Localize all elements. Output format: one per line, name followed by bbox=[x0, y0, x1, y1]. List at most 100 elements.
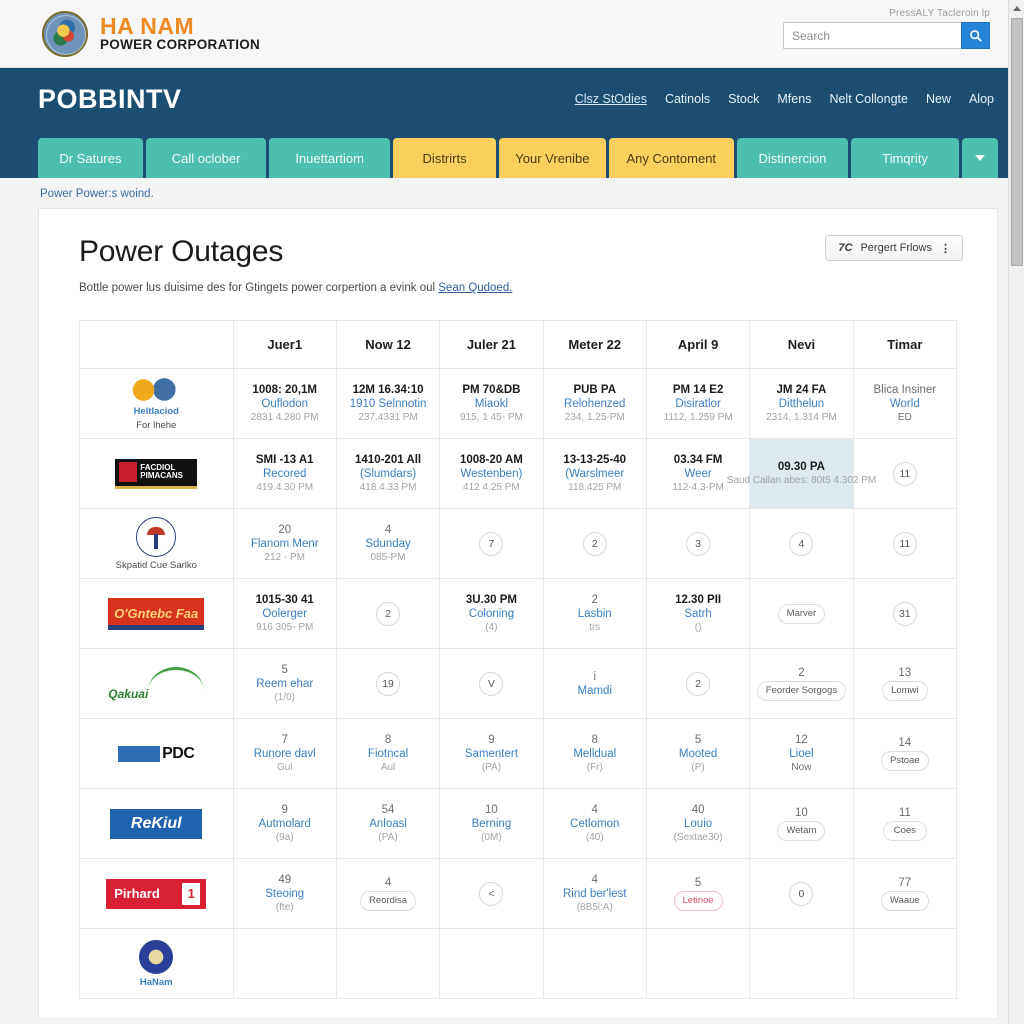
table-cell[interactable]: 10 Berning (0M) bbox=[439, 788, 544, 860]
cell-link-text[interactable]: Louio bbox=[684, 818, 712, 830]
cell-link-text[interactable]: Recored bbox=[263, 468, 306, 480]
tab-1[interactable]: Call oclober bbox=[145, 138, 267, 178]
table-cell[interactable]: 4 Reordisa bbox=[335, 858, 441, 930]
table-cell[interactable] bbox=[232, 928, 337, 1000]
table-cell[interactable]: 1008-20 AM Westenben) 412 4.25 PM bbox=[439, 438, 544, 510]
cell-link-text[interactable]: Runore davl bbox=[254, 748, 316, 760]
kebab-menu-icon[interactable]: ⋮ bbox=[940, 242, 951, 255]
cell-link-text[interactable]: Berning bbox=[472, 818, 512, 830]
table-header-2[interactable]: Now 12 bbox=[335, 320, 441, 370]
scrollbar-thumb[interactable] bbox=[1011, 18, 1023, 266]
table-header-5[interactable]: April 9 bbox=[645, 320, 751, 370]
cell-circle-badge[interactable]: 2 bbox=[376, 601, 401, 626]
cell-circle-badge[interactable]: 31 bbox=[892, 601, 917, 626]
table-header-7[interactable]: Timar bbox=[852, 320, 958, 370]
table-cell[interactable] bbox=[335, 928, 441, 1000]
cell-pill-badge[interactable]: Reordisa bbox=[360, 890, 417, 911]
table-cell[interactable]: 13 Lomwi bbox=[852, 648, 958, 720]
cell-link-text[interactable]: Weer bbox=[684, 468, 711, 480]
table-cell[interactable]: PM 70&DB Miaokl 915, 1 45- PM bbox=[439, 368, 544, 440]
tab-3[interactable]: Distrirts bbox=[392, 138, 497, 178]
table-cell[interactable]: 12.30 PII Satrh () bbox=[645, 578, 751, 650]
table-row[interactable]: PDC 7 Runore davl Gul 8 Fiotncal Aul 9 Samentert… bbox=[79, 718, 958, 790]
tab-7[interactable]: Timqrity bbox=[851, 138, 959, 178]
table-row[interactable]: Heltlaciod For lhehe 1008: 20,1M Ouflodon 28… bbox=[79, 368, 958, 440]
table-row[interactable]: Pirhard 1 49 Steoing (fte) 4 Reordisa <4 Rind be… bbox=[79, 858, 958, 930]
cell-link-text[interactable]: Sdunday bbox=[365, 538, 410, 550]
table-header-3[interactable]: Juler 21 bbox=[439, 320, 544, 370]
search-button[interactable] bbox=[961, 22, 990, 49]
table-cell[interactable]: 4 Rind ber'lest (8B5l:A) bbox=[542, 858, 647, 930]
table-row[interactable]: Skpatid Cue Sarlko 20 Flanom Menr 212 - PM 4… bbox=[79, 508, 958, 580]
nav-link-0[interactable]: Clsz StOdies bbox=[575, 92, 647, 106]
cell-pill-badge[interactable]: Letinoe bbox=[673, 890, 723, 911]
table-header-1[interactable]: Juer1 bbox=[232, 320, 337, 370]
table-cell[interactable] bbox=[645, 928, 751, 1000]
table-cell[interactable]: 2 bbox=[645, 648, 751, 720]
table-cell[interactable]: 1008: 20,1M Ouflodon 2831 4.280 PM bbox=[232, 368, 337, 440]
table-cell[interactable]: 8 Fiotncal Aul bbox=[335, 718, 441, 790]
cell-pill-badge[interactable]: Coes bbox=[882, 820, 927, 841]
table-cell[interactable]: 09.30 PA Saud Callan abes: 80t5 4.302 PM bbox=[727, 438, 876, 510]
search-input[interactable] bbox=[783, 22, 961, 49]
nav-link-6[interactable]: Alop bbox=[969, 92, 994, 106]
cell-link-text[interactable]: Miaokl bbox=[475, 398, 508, 410]
table-cell[interactable]: 10 Wetam bbox=[749, 788, 854, 860]
table-row[interactable]: Qakuai 5 Reem ehar (1/0) 19 Vi Mamdi 2 2 Feorder … bbox=[79, 648, 958, 720]
table-cell[interactable]: 77 Waaue bbox=[852, 858, 958, 930]
table-cell[interactable] bbox=[852, 928, 958, 1000]
table-cell[interactable]: 5 Reem ehar (1/0) bbox=[232, 648, 337, 720]
cell-link-text[interactable]: Lasbin bbox=[578, 608, 612, 620]
table-cell[interactable]: 4 Cetlomon (40) bbox=[542, 788, 647, 860]
table-cell[interactable] bbox=[439, 928, 544, 1000]
cell-circle-badge[interactable]: 11 bbox=[892, 461, 917, 486]
cell-link-text[interactable]: Steoing bbox=[265, 888, 304, 900]
table-cell[interactable] bbox=[749, 928, 854, 1000]
table-cell[interactable]: 12M 16.34:10 1910 Selnnotin 237.4331 PM bbox=[335, 368, 441, 440]
cell-link-text[interactable]: Reem ehar bbox=[256, 678, 313, 690]
table-cell[interactable]: 11 Coes bbox=[852, 788, 958, 860]
table-cell[interactable]: Marver bbox=[749, 578, 854, 650]
table-cell[interactable]: 03.34 FM Weer 112-4.3-PM bbox=[645, 438, 751, 510]
cell-link-text[interactable]: 1910 Selnnotin bbox=[350, 398, 427, 410]
cell-link-text[interactable]: Westenben) bbox=[461, 468, 523, 480]
cell-link-text[interactable]: World bbox=[890, 398, 920, 410]
table-cell[interactable]: 9 Samentert (PA) bbox=[439, 718, 544, 790]
nav-link-2[interactable]: Stock bbox=[728, 92, 759, 106]
cell-circle-badge[interactable]: 7 bbox=[479, 531, 504, 556]
nav-link-5[interactable]: New bbox=[926, 92, 951, 106]
cell-link-text[interactable]: (Warslmeer bbox=[565, 468, 624, 480]
table-cell[interactable]: V bbox=[439, 648, 544, 720]
table-cell[interactable]: 2 bbox=[542, 508, 647, 580]
table-row[interactable]: FACDIOL PIMACANS SMI -13 A1 Recored 419.4.30… bbox=[79, 438, 958, 510]
table-cell[interactable]: 5 Letinoe bbox=[645, 858, 751, 930]
brand-logo[interactable]: HA NAM POWER CORPORATION bbox=[42, 10, 260, 57]
cell-circle-badge[interactable]: 19 bbox=[376, 671, 401, 696]
table-cell[interactable] bbox=[542, 928, 647, 1000]
cell-pill-badge[interactable]: Lomwi bbox=[882, 680, 928, 701]
table-header-6[interactable]: Nevi bbox=[749, 320, 854, 370]
cell-link-text[interactable]: Fiotncal bbox=[368, 748, 408, 760]
cell-circle-badge[interactable]: 2 bbox=[686, 671, 711, 696]
table-cell[interactable]: 11 bbox=[852, 508, 958, 580]
cell-circle-badge[interactable]: 2 bbox=[582, 531, 607, 556]
nav-link-4[interactable]: Nelt Collongte bbox=[829, 92, 908, 106]
cell-circle-badge[interactable]: 0 bbox=[789, 881, 814, 906]
cell-pill-badge[interactable]: Marver bbox=[777, 603, 826, 624]
table-cell[interactable]: 0 bbox=[749, 858, 854, 930]
cell-link-text[interactable]: Cetlomon bbox=[570, 818, 619, 830]
cell-circle-badge[interactable]: < bbox=[479, 881, 504, 906]
table-cell[interactable]: i Mamdi bbox=[542, 648, 647, 720]
table-cell[interactable]: 3 bbox=[645, 508, 751, 580]
cell-link-text[interactable]: (Slumdars) bbox=[360, 468, 416, 480]
table-cell[interactable]: JM 24 FA Ditthelun 2314, 1.314 PM bbox=[749, 368, 854, 440]
tab-2[interactable]: Inuettartiom bbox=[269, 138, 390, 178]
nav-link-1[interactable]: Catinols bbox=[665, 92, 710, 106]
cell-link-text[interactable]: Oolerger bbox=[262, 608, 307, 620]
cell-link-text[interactable]: Mooted bbox=[679, 748, 717, 760]
table-header-4[interactable]: Meter 22 bbox=[542, 320, 647, 370]
report-filter-button[interactable]: 7C Pergert Frlows ⋮ bbox=[825, 235, 963, 261]
table-row[interactable]: ReKiul 9 Autmolard (9a) 54 Anloasl (PA) 10 Berni… bbox=[79, 788, 958, 860]
table-cell[interactable]: 7 Runore davl Gul bbox=[232, 718, 337, 790]
cell-link-text[interactable]: Relohenzed bbox=[564, 398, 625, 410]
